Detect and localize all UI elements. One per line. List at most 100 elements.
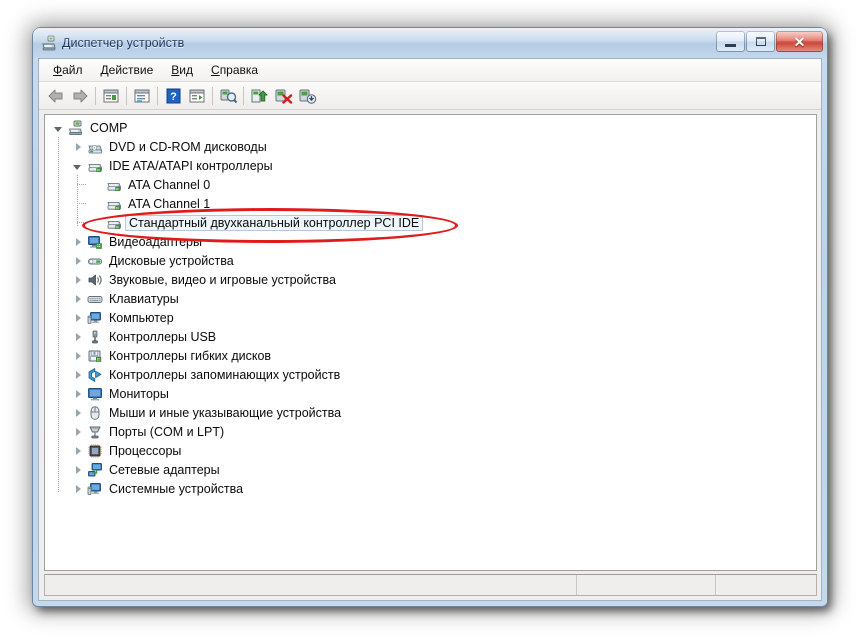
- uninstall-device-icon[interactable]: [271, 84, 295, 107]
- tree-item-label: Порты (COM и LPT): [107, 424, 226, 440]
- menu-item-file[interactable]: Файл: [44, 61, 92, 79]
- menu-item-action[interactable]: Действие: [92, 61, 163, 79]
- menu-item-view[interactable]: Вид: [162, 61, 202, 79]
- dvd-drive-icon: [87, 139, 103, 155]
- keyboard-icon: [87, 291, 103, 307]
- tree-item-label: Мониторы: [107, 386, 171, 402]
- expander-closed-icon[interactable]: [69, 479, 85, 498]
- toolbar-separator: [212, 87, 213, 105]
- update-driver-icon[interactable]: [247, 84, 271, 107]
- expander-closed-icon[interactable]: [69, 232, 85, 251]
- expander-closed-icon[interactable]: [69, 346, 85, 365]
- tree-item-label: Процессоры: [107, 443, 183, 459]
- tree-item-label: Контроллеры запоминающих устройств: [107, 367, 342, 383]
- expander-closed-icon[interactable]: [69, 460, 85, 479]
- tree-item[interactable]: Звуковые, видео и игровые устройства: [45, 270, 816, 289]
- forward-arrow-icon[interactable]: [68, 84, 92, 107]
- usb-controller-icon: [87, 329, 103, 345]
- client-area: Файл Действие Вид Справка: [38, 58, 822, 601]
- expander-closed-icon[interactable]: [69, 403, 85, 422]
- expander-closed-icon[interactable]: [69, 308, 85, 327]
- tree-item-label: Сетевые адаптеры: [107, 462, 222, 478]
- expander-closed-icon[interactable]: [69, 422, 85, 441]
- system-device-icon: [87, 481, 103, 497]
- status-bar: [44, 574, 817, 596]
- expander-closed-icon[interactable]: [69, 441, 85, 460]
- tree-item-label: Клавиатуры: [107, 291, 181, 307]
- expander-closed-icon[interactable]: [69, 384, 85, 403]
- tree-item[interactable]: Мониторы: [45, 384, 816, 403]
- properties-window-icon[interactable]: [99, 84, 123, 107]
- expander-closed-icon[interactable]: [69, 289, 85, 308]
- tree-item-label: ATA Channel 1: [126, 196, 212, 212]
- mouse-icon: [87, 405, 103, 421]
- tree-item[interactable]: COMP: [45, 118, 816, 137]
- toolbar-separator: [243, 87, 244, 105]
- tree-item[interactable]: DVD и CD-ROM дисководы: [45, 137, 816, 156]
- device-tree[interactable]: COMP DVD и CD-ROM дисководыIDE ATA/ATAPI …: [44, 114, 817, 571]
- tree-item-label: Контроллеры гибких дисков: [107, 348, 273, 364]
- tree-item[interactable]: ATA Channel 1: [45, 194, 816, 213]
- tree-item[interactable]: IDE ATA/ATAPI контроллеры: [45, 156, 816, 175]
- tree-item[interactable]: Клавиатуры: [45, 289, 816, 308]
- tree-item[interactable]: Порты (COM и LPT): [45, 422, 816, 441]
- tree-item[interactable]: Сетевые адаптеры: [45, 460, 816, 479]
- network-adapter-icon: [87, 462, 103, 478]
- expander-closed-icon[interactable]: [69, 251, 85, 270]
- toolbar-separator: [95, 87, 96, 105]
- tree-item-label: ATA Channel 0: [126, 177, 212, 193]
- minimize-icon: [725, 44, 736, 47]
- ide-controller-icon: [106, 215, 122, 231]
- tree-item[interactable]: Системные устройства: [45, 479, 816, 498]
- computer-device-icon: [87, 310, 103, 326]
- computer-icon: [68, 120, 84, 136]
- scan-hardware-icon[interactable]: [216, 84, 240, 107]
- expander-open-icon[interactable]: [69, 156, 85, 175]
- tree-item[interactable]: Компьютер: [45, 308, 816, 327]
- tree-item[interactable]: Дисковые устройства: [45, 251, 816, 270]
- tree-item[interactable]: Контроллеры запоминающих устройств: [45, 365, 816, 384]
- back-arrow-icon[interactable]: [44, 84, 68, 107]
- minimize-button[interactable]: [716, 31, 745, 52]
- close-icon: ✕: [794, 35, 806, 49]
- tree-item-selected[interactable]: Стандартный двухканальный контроллер PCI…: [45, 213, 816, 232]
- disable-device-icon[interactable]: [295, 84, 319, 107]
- menu-help-rest: правка: [220, 63, 258, 77]
- expander-closed-icon[interactable]: [69, 270, 85, 289]
- maximize-button[interactable]: [746, 31, 775, 52]
- expander-closed-icon[interactable]: [69, 137, 85, 156]
- disk-drive-icon: [87, 253, 103, 269]
- tree-item[interactable]: Видеоадаптеры: [45, 232, 816, 251]
- port-icon: [87, 424, 103, 440]
- tree-item[interactable]: Процессоры: [45, 441, 816, 460]
- device-manager-icon: [41, 35, 57, 51]
- console-window-icon[interactable]: [185, 84, 209, 107]
- expander-none: [88, 213, 104, 232]
- expander-closed-icon[interactable]: [69, 327, 85, 346]
- show-hidden-window-icon[interactable]: [130, 84, 154, 107]
- maximize-icon: [756, 37, 766, 46]
- tree-item-label: Звуковые, видео и игровые устройства: [107, 272, 338, 288]
- display-adapter-icon: [87, 234, 103, 250]
- tree-item[interactable]: Мыши и иные указывающие устройства: [45, 403, 816, 422]
- title-bar[interactable]: Диспетчер устройств ✕: [33, 28, 827, 58]
- expander-open-icon[interactable]: [50, 118, 66, 137]
- expander-closed-icon[interactable]: [69, 365, 85, 384]
- tree-item[interactable]: Контроллеры USB: [45, 327, 816, 346]
- tree-item-label: Системные устройства: [107, 481, 245, 497]
- menu-item-help[interactable]: Справка: [202, 61, 267, 79]
- tree-item[interactable]: Контроллеры гибких дисков: [45, 346, 816, 365]
- sound-device-icon: [87, 272, 103, 288]
- menu-file-rest: айл: [62, 63, 82, 77]
- window-controls: ✕: [716, 31, 823, 52]
- help-question-icon[interactable]: ?: [161, 84, 185, 107]
- tree-item[interactable]: ATA Channel 0: [45, 175, 816, 194]
- ata-channel-icon: [106, 177, 122, 193]
- close-button[interactable]: ✕: [776, 31, 823, 52]
- tree-item-label: DVD и CD-ROM дисководы: [107, 139, 269, 155]
- window-title: Диспетчер устройств: [62, 36, 184, 50]
- monitor-icon: [87, 386, 103, 402]
- tree-item-label: Компьютер: [107, 310, 176, 326]
- tree-item-label: Контроллеры USB: [107, 329, 218, 345]
- floppy-controller-icon: [87, 348, 103, 364]
